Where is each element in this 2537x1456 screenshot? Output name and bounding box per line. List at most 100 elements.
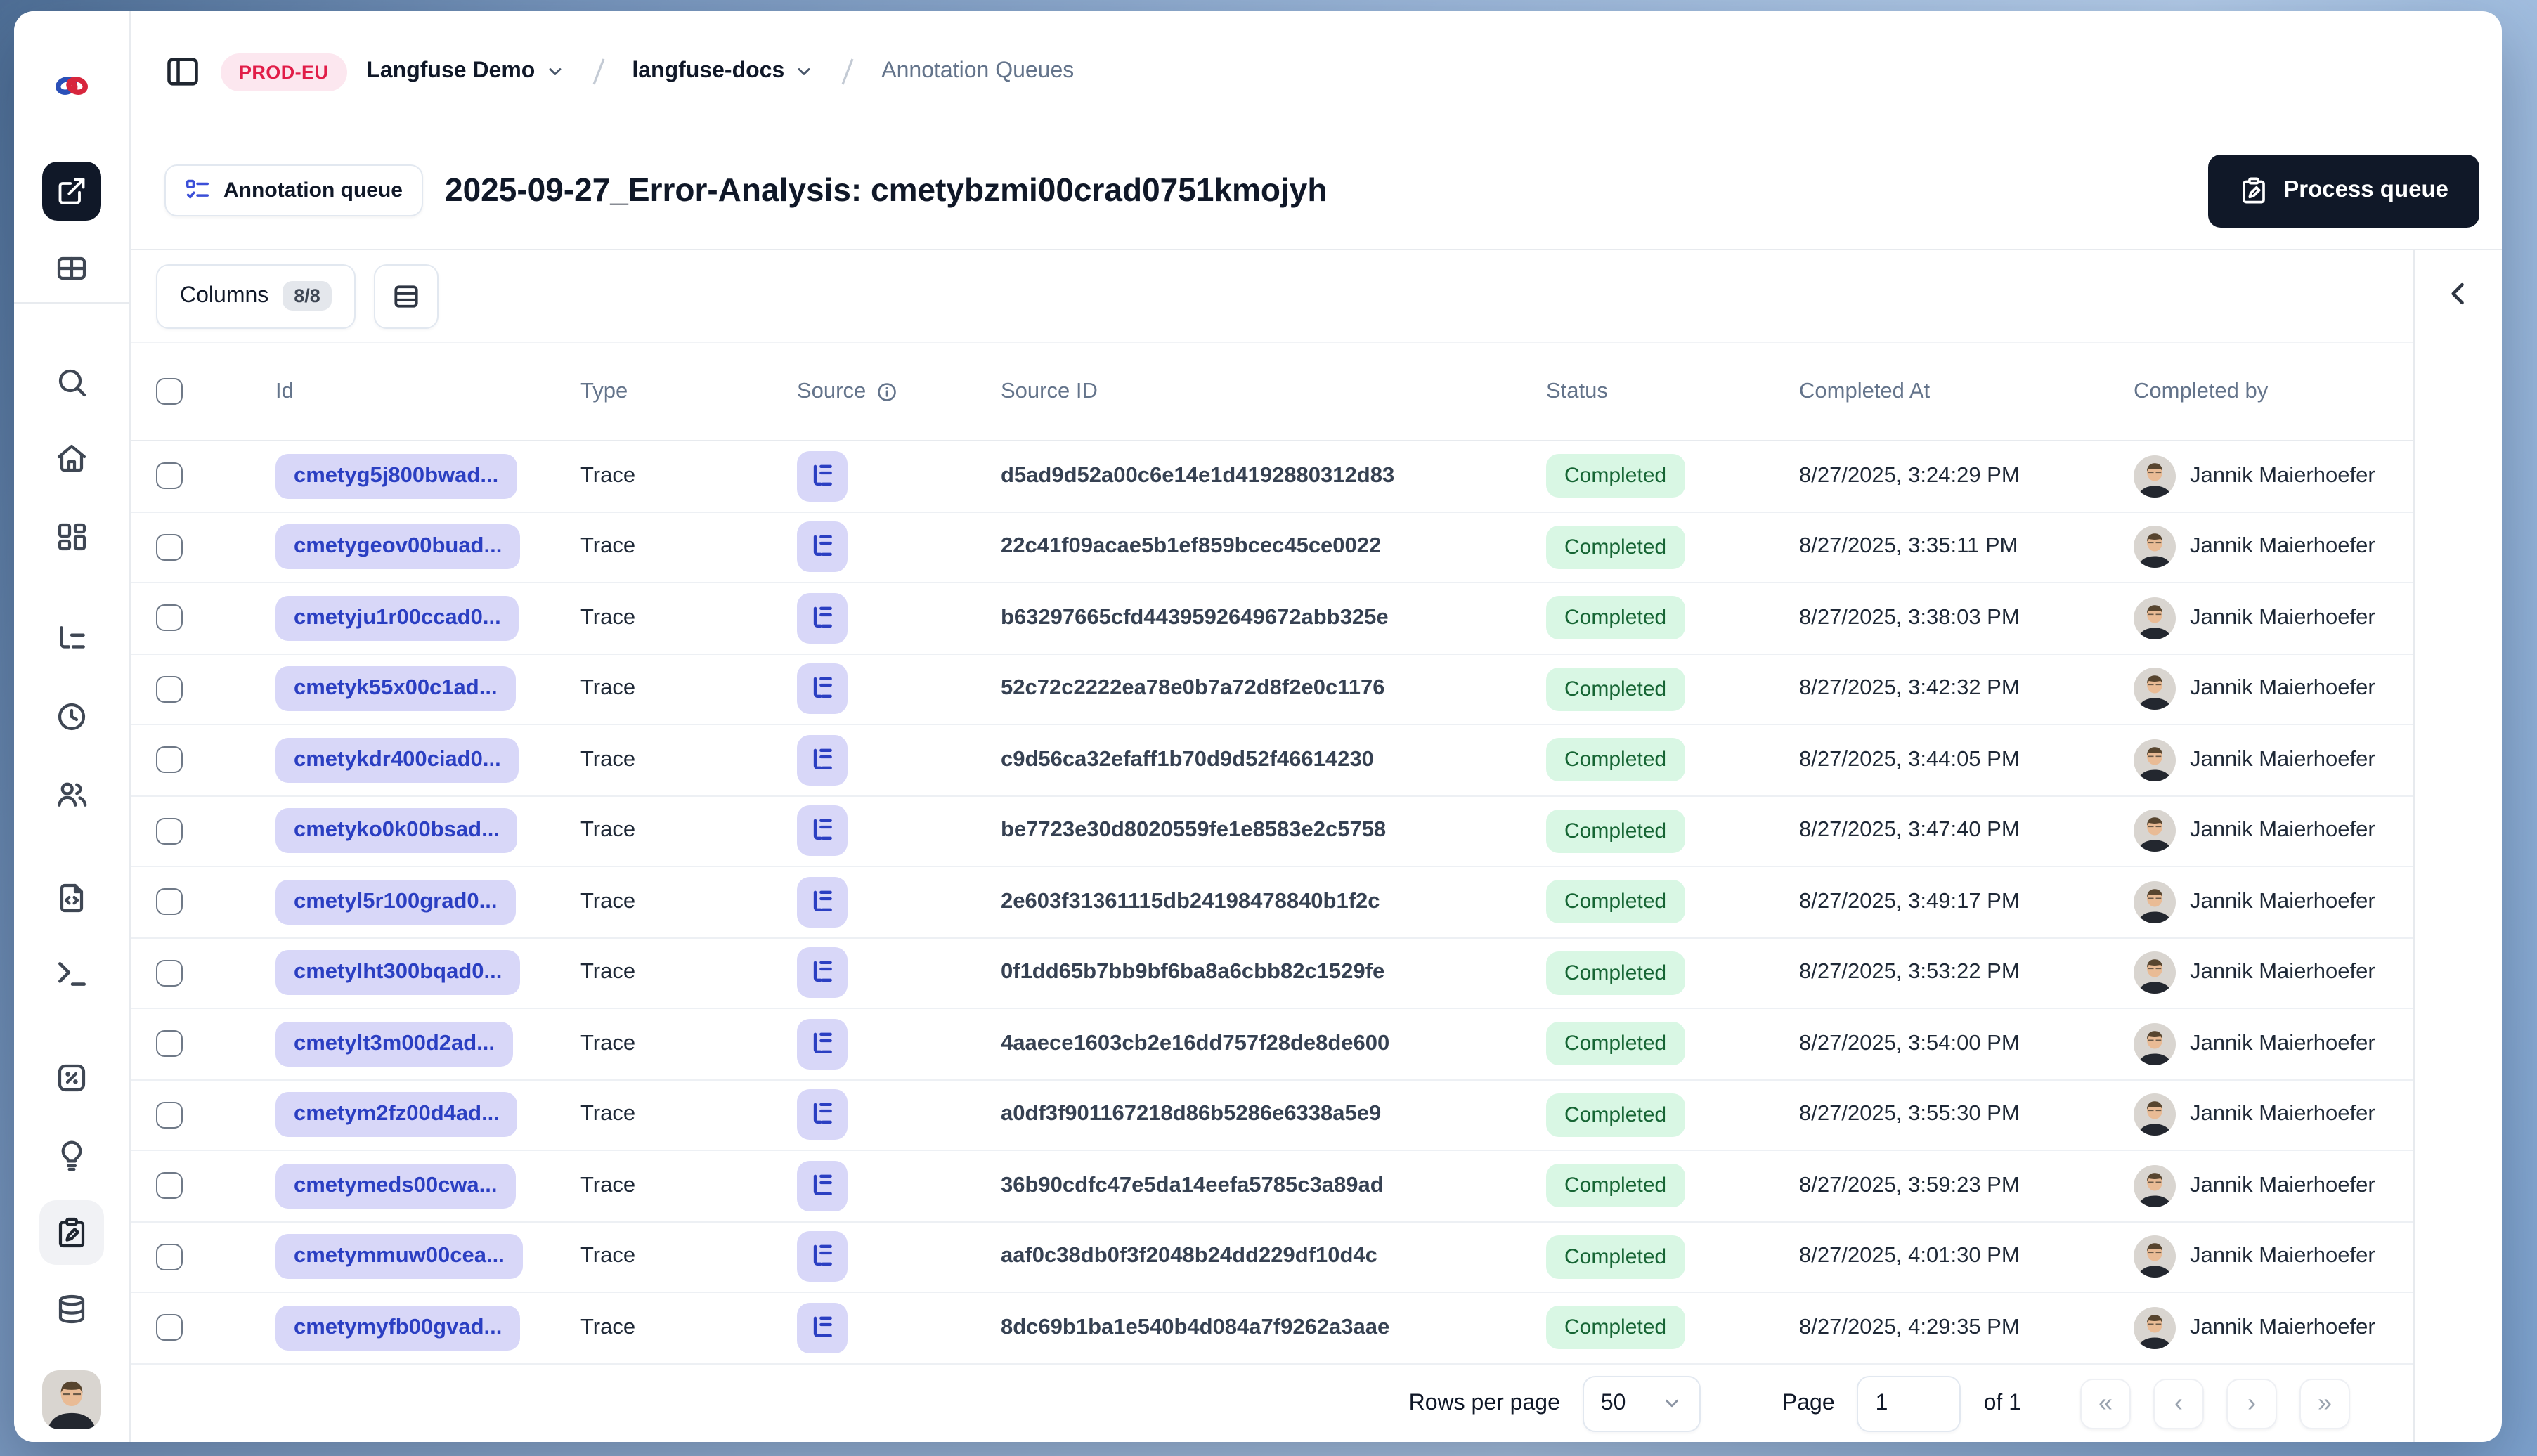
column-header-source-id[interactable]: Source ID <box>1001 379 1546 404</box>
sidebar-toggle-icon[interactable] <box>164 53 201 90</box>
source-trace-link[interactable] <box>797 521 848 573</box>
annotation-queues-active[interactable] <box>39 1200 104 1265</box>
row-checkbox[interactable] <box>156 1030 183 1058</box>
prev-page-button[interactable]: ‹ <box>2153 1378 2204 1429</box>
source-trace-link[interactable] <box>797 805 848 857</box>
breadcrumb-page[interactable]: Annotation Queues <box>881 59 1074 84</box>
page-number-input[interactable] <box>1857 1375 1961 1431</box>
completed-by-name: Jannik Maierhoefer <box>2190 960 2375 984</box>
column-header-status[interactable]: Status <box>1546 379 1799 404</box>
source-trace-link[interactable] <box>797 663 848 715</box>
rows-per-page-select[interactable]: 50 <box>1582 1375 1701 1431</box>
breadcrumb-org[interactable]: Langfuse Demo <box>366 59 564 84</box>
terminal-icon[interactable] <box>54 956 89 992</box>
evaluation-percent-icon[interactable] <box>55 1061 89 1095</box>
env-badge[interactable]: PROD-EU <box>221 53 347 91</box>
row-checkbox[interactable] <box>156 1101 183 1129</box>
source-trace-link[interactable] <box>797 1231 848 1282</box>
row-checkbox[interactable] <box>156 1172 183 1200</box>
column-header-completed-by[interactable]: Completed by <box>2134 379 2413 404</box>
item-id-link[interactable]: cmetymyfb00gvad... <box>275 1305 521 1351</box>
source-trace-link[interactable] <box>797 876 848 928</box>
row-checkbox[interactable] <box>156 533 183 561</box>
table-row[interactable]: cmetym2fz00d4ad... Trace a0df3f901167218… <box>131 1080 2413 1151</box>
row-checkbox[interactable] <box>156 817 183 845</box>
item-id-link[interactable]: cmetyko0k00bsad... <box>275 808 518 854</box>
table-row[interactable]: cmetyl5r100grad0... Trace 2e603f31361115… <box>131 867 2413 938</box>
source-trace-link[interactable] <box>797 1089 848 1140</box>
completed-at: 8/27/2025, 4:29:35 PM <box>1799 1315 2020 1339</box>
column-header-source[interactable]: Source <box>797 379 1001 404</box>
item-type: Trace <box>580 1173 636 1197</box>
lightbulb-icon[interactable] <box>55 1138 89 1172</box>
table-row[interactable]: cmetyju1r00ccad0... Trace b63297665cfd44… <box>131 583 2413 654</box>
status-badge: Completed <box>1546 596 1685 640</box>
user-avatar-button[interactable] <box>42 1370 101 1429</box>
title-bar: Annotation queue 2025-09-27_Error-Analys… <box>131 132 2502 250</box>
clock-icon[interactable] <box>55 700 89 734</box>
row-checkbox[interactable] <box>156 1314 183 1341</box>
item-id-link[interactable]: cmetymmuw00cea... <box>275 1234 523 1280</box>
column-header-id[interactable]: Id <box>275 379 580 404</box>
item-id-link[interactable]: cmetygeov00buad... <box>275 524 521 570</box>
breadcrumb-project[interactable]: langfuse-docs <box>632 59 814 84</box>
item-id-link[interactable]: cmetymeds00cwa... <box>275 1163 516 1209</box>
item-id-link[interactable]: cmetyg5j800bwad... <box>275 453 517 499</box>
table-grid-icon[interactable] <box>55 252 89 285</box>
users-icon[interactable] <box>54 776 89 812</box>
source-trace-link[interactable] <box>797 734 848 786</box>
select-all-checkbox[interactable] <box>156 378 183 405</box>
table-row[interactable]: cmetymyfb00gvad... Trace 8dc69b1ba1e540b… <box>131 1293 2413 1364</box>
table-row[interactable]: cmetyk55x00c1ad... Trace 52c72c2222ea78e… <box>131 654 2413 725</box>
table-row[interactable]: cmetykdr400ciad0... Trace c9d56ca32efaff… <box>131 725 2413 796</box>
dashboard-icon[interactable] <box>55 520 89 554</box>
table-row[interactable]: cmetymeds00cwa... Trace 36b90cdfc47e5da1… <box>131 1151 2413 1222</box>
source-trace-link[interactable] <box>797 450 848 502</box>
source-trace-link[interactable] <box>797 1160 848 1211</box>
source-trace-link[interactable] <box>797 592 848 644</box>
process-queue-button[interactable]: Process queue <box>2207 154 2479 227</box>
column-header-completed-at[interactable]: Completed At <box>1799 379 2134 404</box>
table-row[interactable]: cmetymmuw00cea... Trace aaf0c38db0f3f204… <box>131 1222 2413 1293</box>
item-id-link[interactable]: cmetyl5r100grad0... <box>275 879 516 925</box>
item-id-link[interactable]: cmetylt3m00d2ad... <box>275 1021 514 1067</box>
collapse-panel-chevron-icon[interactable] <box>2443 278 2474 309</box>
row-checkbox[interactable] <box>156 959 183 987</box>
item-id-link[interactable]: cmetylht300bqad0... <box>275 950 521 996</box>
table-row[interactable]: cmetylht300bqad0... Trace 0f1dd65b7bb9bf… <box>131 938 2413 1009</box>
row-height-button[interactable] <box>373 264 439 328</box>
database-icon[interactable] <box>55 1293 89 1327</box>
item-id-link[interactable]: cmetykdr400ciad0... <box>275 737 519 783</box>
table-row[interactable]: cmetyko0k00bsad... Trace be7723e30d80205… <box>131 796 2413 867</box>
sidebar <box>14 11 131 1442</box>
columns-button[interactable]: Columns 8/8 <box>156 264 356 328</box>
open-in-new-button[interactable] <box>42 162 101 221</box>
item-id-link[interactable]: cmetym2fz00d4ad... <box>275 1092 518 1138</box>
source-trace-link[interactable] <box>797 1018 848 1070</box>
table-row[interactable]: cmetyg5j800bwad... Trace d5ad9d52a00c6e1… <box>131 441 2413 512</box>
row-checkbox[interactable] <box>156 675 183 703</box>
table-row[interactable]: cmetylt3m00d2ad... Trace 4aaece1603cb2e1… <box>131 1009 2413 1080</box>
row-checkbox[interactable] <box>156 746 183 774</box>
status-badge: Completed <box>1546 809 1685 853</box>
column-header-type[interactable]: Type <box>580 379 797 404</box>
source-trace-link[interactable] <box>797 1302 848 1353</box>
traces-tree-icon[interactable] <box>54 622 89 657</box>
file-code-icon[interactable] <box>55 881 89 915</box>
app-window: PROD-EU Langfuse Demo langfuse-docs Anno… <box>0 0 2537 1456</box>
table-row[interactable]: cmetygeov00buad... Trace 22c41f09acae5b1… <box>131 512 2413 583</box>
item-id-link[interactable]: cmetyk55x00c1ad... <box>275 666 516 712</box>
langfuse-logo <box>53 71 91 100</box>
source-trace-link[interactable] <box>797 947 848 999</box>
row-checkbox[interactable] <box>156 462 183 490</box>
next-page-button[interactable]: › <box>2226 1378 2277 1429</box>
search-icon[interactable] <box>55 365 89 399</box>
row-checkbox[interactable] <box>156 604 183 632</box>
home-icon[interactable] <box>55 441 89 475</box>
source-id: 0f1dd65b7bb9bf6ba8a6cbb82c1529fe <box>1001 960 1385 984</box>
last-page-button[interactable]: » <box>2299 1378 2350 1429</box>
item-id-link[interactable]: cmetyju1r00ccad0... <box>275 595 519 641</box>
first-page-button[interactable]: « <box>2080 1378 2131 1429</box>
row-checkbox[interactable] <box>156 1243 183 1270</box>
row-checkbox[interactable] <box>156 888 183 916</box>
